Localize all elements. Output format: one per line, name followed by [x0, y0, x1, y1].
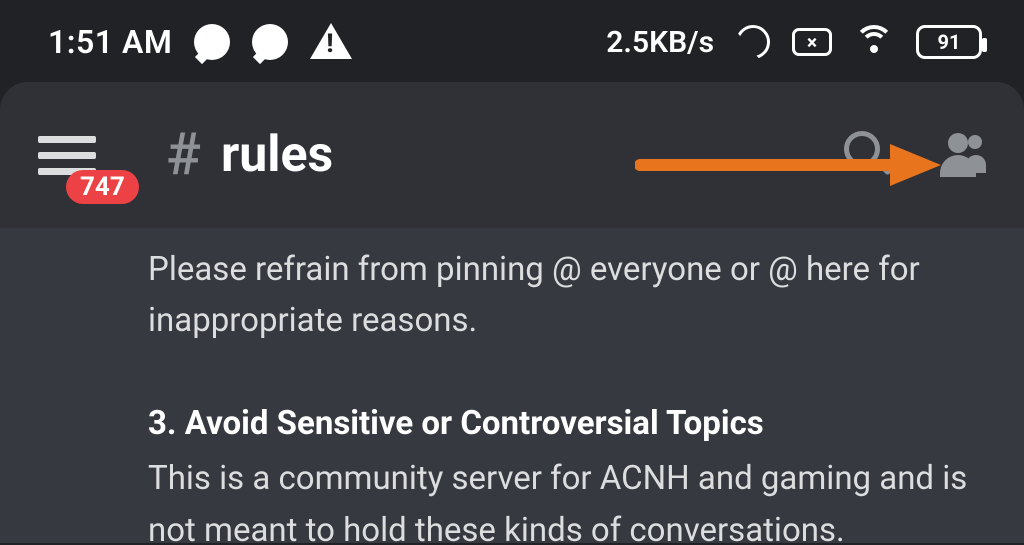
android-status-bar: 1:51 AM 2.5KB/s × 91: [0, 0, 1024, 84]
rule-text: This is a community server for ACNH and …: [148, 453, 978, 543]
channel-title[interactable]: # rules: [166, 121, 333, 189]
status-right: 2.5KB/s × 91: [606, 25, 982, 60]
do-not-disturb-icon: [729, 18, 777, 66]
hash-icon: #: [166, 121, 201, 189]
warning-icon: [310, 23, 352, 59]
rule-heading: 3. Avoid Sensitive or Controversial Topi…: [148, 398, 978, 449]
channel-name: rules: [221, 126, 333, 184]
vibrate-off-icon: ×: [792, 28, 832, 56]
battery-icon: 91: [916, 25, 982, 59]
clock: 1:51 AM: [48, 23, 172, 61]
search-icon[interactable]: [844, 131, 892, 179]
messenger-icon: [194, 24, 230, 60]
rule-text: Please refrain from pinning @ everyone o…: [148, 244, 978, 346]
wifi-icon: [854, 25, 894, 59]
network-speed: 2.5KB/s: [606, 25, 714, 60]
menu-button[interactable]: 747: [38, 136, 96, 175]
members-icon[interactable]: [936, 133, 986, 177]
messenger-icon: [252, 24, 288, 60]
unread-badge: 747: [66, 170, 139, 204]
channel-header: 747 # rules: [0, 82, 1024, 228]
status-left: 1:51 AM: [48, 23, 352, 61]
channel-content[interactable]: Please refrain from pinning @ everyone o…: [0, 228, 1024, 543]
